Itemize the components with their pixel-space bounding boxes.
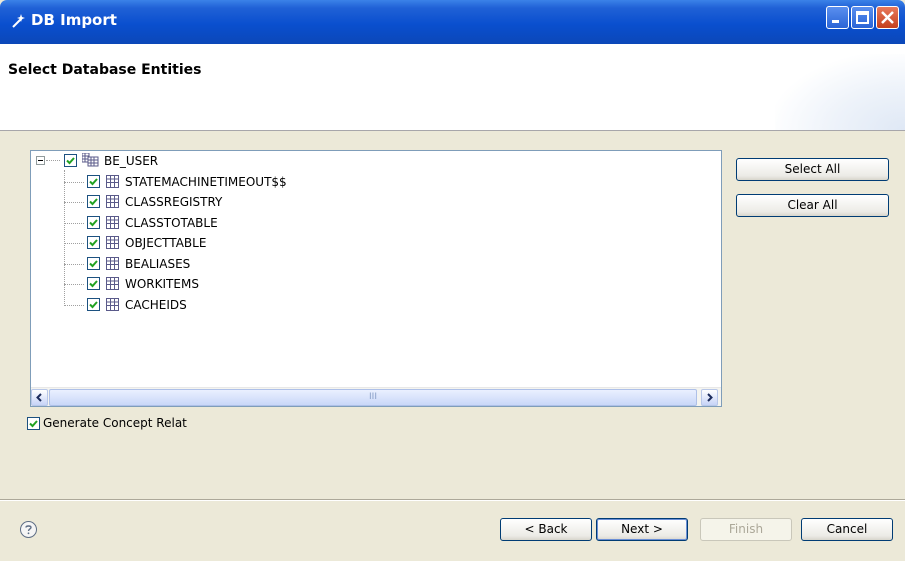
tree-connector: [64, 305, 84, 306]
tree-connector: [64, 284, 84, 285]
item-checkbox[interactable]: [87, 277, 100, 290]
banner-decoration: [775, 54, 905, 130]
wand-icon: [10, 12, 28, 30]
select-all-button[interactable]: Select All: [736, 158, 889, 181]
item-label: CLASSTOTABLE: [125, 216, 218, 230]
tree-root-row[interactable]: BE_USER: [31, 151, 331, 171]
tree-connector: [64, 264, 84, 265]
item-label: STATEMACHINETIMEOUT$$: [125, 175, 287, 189]
root-checkbox[interactable]: [64, 154, 77, 167]
cancel-button[interactable]: Cancel: [801, 518, 893, 541]
scroll-left-button[interactable]: [31, 389, 48, 406]
table-icon: [106, 298, 120, 312]
entity-tree[interactable]: BE_USER STATEMACHINETIMEOUT$$ CLASSREGIS…: [30, 150, 722, 407]
item-checkbox[interactable]: [87, 236, 100, 249]
tree-item-bealiases[interactable]: BEALIASES: [31, 254, 331, 274]
item-label: OBJECTTABLE: [125, 236, 207, 250]
table-icon: [106, 277, 120, 291]
item-label: CACHEIDS: [125, 298, 187, 312]
clear-all-button[interactable]: Clear All: [736, 194, 889, 217]
tree-connector: [64, 223, 84, 224]
tree-connector: [46, 160, 60, 161]
next-button[interactable]: Next >: [596, 518, 688, 541]
back-button[interactable]: < Back: [500, 518, 592, 541]
tree-item-classtotable[interactable]: CLASSTOTABLE: [31, 213, 331, 233]
tree-item-cacheids[interactable]: CACHEIDS: [31, 295, 331, 315]
tree-item-classregistry[interactable]: CLASSREGISTRY: [31, 192, 331, 212]
db-import-dialog: DB Import Select Database Entities BE_US…: [0, 0, 905, 561]
wizard-banner: Select Database Entities: [0, 44, 905, 131]
horizontal-scrollbar[interactable]: III: [31, 387, 721, 406]
item-label: BEALIASES: [125, 257, 191, 271]
collapse-icon[interactable]: [36, 156, 45, 165]
item-label: CLASSREGISTRY: [125, 195, 223, 209]
scroll-right-button[interactable]: [701, 389, 718, 406]
tree-item-workitems[interactable]: WORKITEMS: [31, 274, 331, 294]
item-checkbox[interactable]: [87, 195, 100, 208]
schema-icon: [81, 152, 99, 167]
item-checkbox[interactable]: [87, 216, 100, 229]
minimize-button[interactable]: [826, 6, 849, 29]
scroll-thumb[interactable]: III: [49, 389, 697, 406]
generate-concept-checkbox[interactable]: [27, 417, 40, 430]
maximize-button[interactable]: [851, 6, 874, 29]
table-icon: [106, 216, 120, 230]
finish-button[interactable]: Finish: [700, 518, 792, 541]
tree-item-objecttable[interactable]: OBJECTTABLE: [31, 233, 331, 253]
tree-item-statemachinetimeout[interactable]: STATEMACHINETIMEOUT$$: [31, 172, 331, 192]
window-title: DB Import: [31, 11, 117, 29]
page-title: Select Database Entities: [8, 62, 202, 78]
close-button[interactable]: [876, 6, 899, 29]
title-bar[interactable]: DB Import: [0, 0, 905, 44]
scroll-grip: III: [369, 392, 377, 402]
footer-separator: [0, 499, 905, 501]
tree-connector: [64, 243, 84, 244]
table-icon: [106, 257, 120, 271]
item-checkbox[interactable]: [87, 257, 100, 270]
tree-connector: [64, 202, 84, 203]
item-checkbox[interactable]: [87, 175, 100, 188]
generate-concept-label: Generate Concept Relat: [43, 416, 187, 430]
tree-connector: [64, 182, 84, 183]
item-label: WORKITEMS: [125, 277, 199, 291]
item-checkbox[interactable]: [87, 298, 100, 311]
help-icon[interactable]: [20, 521, 37, 538]
table-icon: [106, 175, 120, 189]
table-icon: [106, 236, 120, 250]
table-icon: [106, 195, 120, 209]
root-label: BE_USER: [104, 154, 159, 168]
